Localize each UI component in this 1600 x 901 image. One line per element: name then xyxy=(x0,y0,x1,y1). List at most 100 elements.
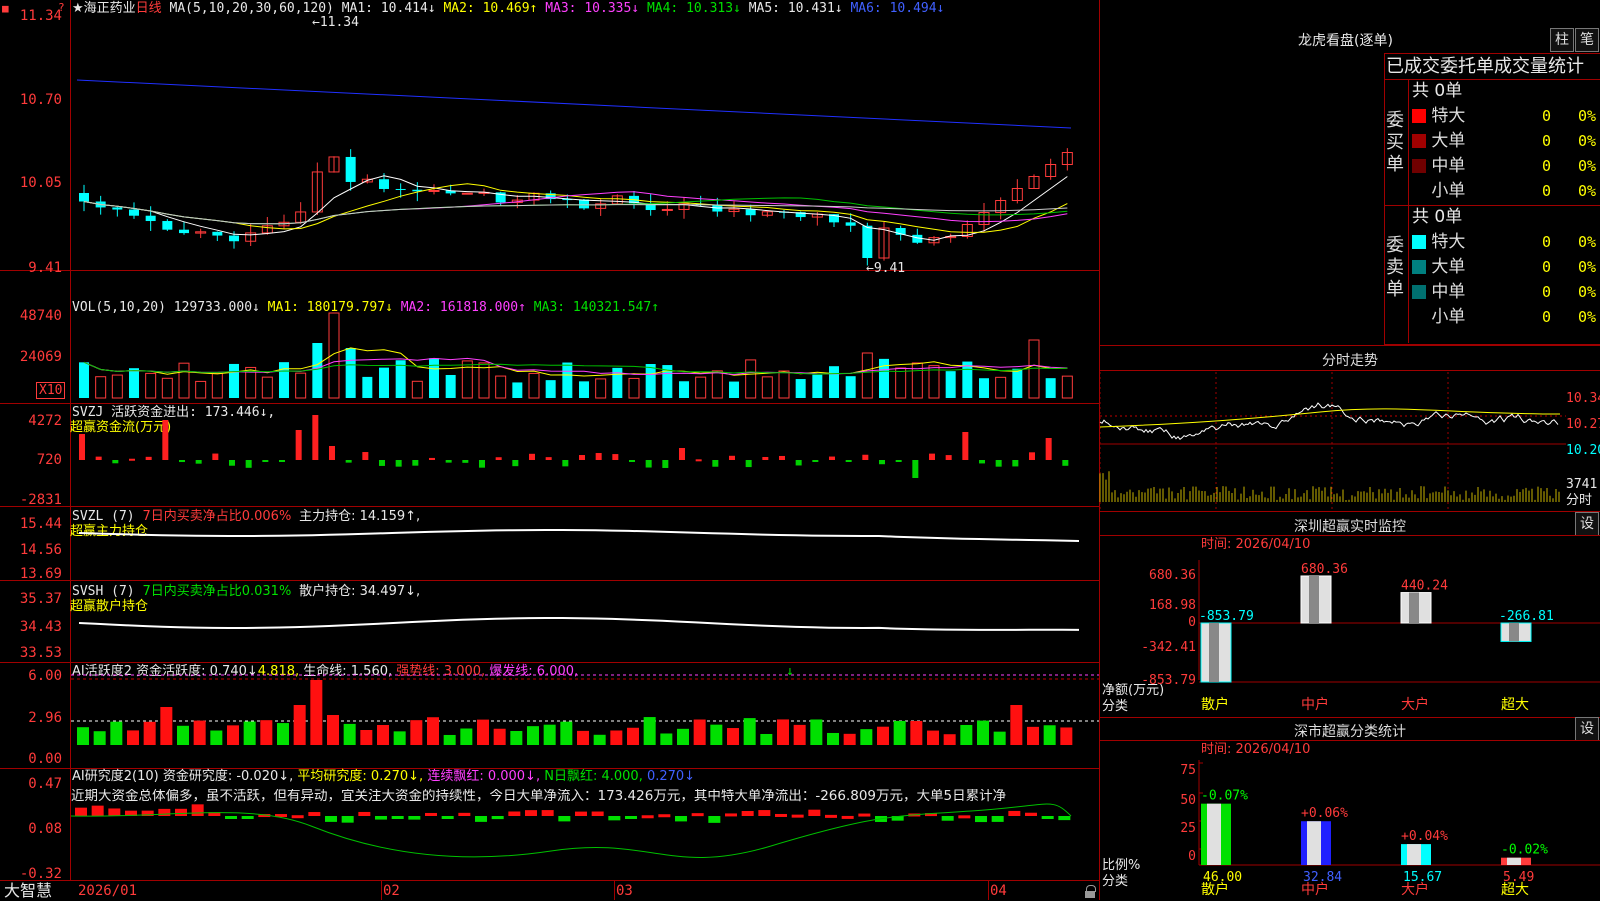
flow-bar xyxy=(695,459,702,462)
sz-monitor-settings-button[interactable]: 设 xyxy=(1575,512,1599,536)
candle xyxy=(395,188,406,190)
volume-bar xyxy=(95,376,107,399)
flow-bar xyxy=(745,460,752,468)
svzl-chart[interactable] xyxy=(71,525,1099,580)
color-swatch xyxy=(1412,260,1426,274)
lhb-bar-button[interactable]: 柱 xyxy=(1550,28,1574,52)
volume-bar xyxy=(79,362,89,398)
bar-value-label: -853.79 xyxy=(1199,609,1254,624)
activity-bar xyxy=(393,731,406,745)
research-bar xyxy=(758,810,771,816)
order-type-label: 中单 xyxy=(1426,282,1466,302)
intraday-tick: 10.27 xyxy=(1566,417,1600,432)
flow-bar xyxy=(379,460,385,466)
intraday-vol: 3741 xyxy=(1566,477,1598,492)
volume-bar xyxy=(962,361,973,398)
flow-bar xyxy=(1012,460,1019,467)
activity-bar xyxy=(593,734,606,745)
flow-bar xyxy=(862,454,869,460)
research-bar xyxy=(75,807,87,816)
order-row: 小单 xyxy=(1412,181,1465,201)
activity-bar xyxy=(777,719,789,745)
brand-label: 大智慧 xyxy=(4,881,53,900)
activity-bar xyxy=(727,728,739,745)
flow-bar xyxy=(579,455,585,460)
research-bar xyxy=(291,815,304,819)
order-type-label: 特大 xyxy=(1426,106,1466,126)
price-line xyxy=(1099,402,1559,440)
category-label: 散户 xyxy=(1201,697,1229,713)
candlestick-chart[interactable] xyxy=(71,18,1099,268)
research-bar xyxy=(1041,816,1054,819)
ma4-line xyxy=(83,197,1068,225)
flow-bar xyxy=(829,456,835,460)
intraday-divider xyxy=(1100,370,1600,371)
order-row: 大单 xyxy=(1412,257,1465,277)
svzj-chart[interactable] xyxy=(71,415,1099,500)
order-type-label: 中单 xyxy=(1426,156,1466,176)
research-bar xyxy=(525,810,537,816)
ma5-line xyxy=(83,201,1068,225)
intraday-title: 分时走势 xyxy=(1322,353,1378,369)
ai-activity-chart[interactable] xyxy=(71,674,1099,767)
flow-bar xyxy=(262,460,269,462)
svsh-chart[interactable] xyxy=(71,595,1099,660)
flow-bar xyxy=(179,460,185,463)
volume-bar xyxy=(279,362,289,398)
stock-name[interactable]: ★海正药业 xyxy=(72,1,136,16)
volume-bar xyxy=(745,359,757,399)
xaxis-tick: 04 xyxy=(990,883,1007,899)
activity-bar xyxy=(160,707,173,745)
color-swatch xyxy=(1412,310,1426,324)
flow-bar xyxy=(229,460,235,466)
bar-value-label: 680.36 xyxy=(1301,562,1348,577)
sz-class-divider xyxy=(1100,740,1600,741)
candle xyxy=(461,192,473,195)
ai-research-chart[interactable] xyxy=(70,803,1099,880)
research-bar xyxy=(341,816,354,823)
activity-bar xyxy=(943,734,956,745)
research-bar xyxy=(541,810,554,816)
volume-bar xyxy=(229,363,239,398)
volume-chart[interactable] xyxy=(71,308,1099,402)
research-bar xyxy=(958,815,971,819)
volume-bar xyxy=(729,381,739,398)
sz-monitor-divider xyxy=(1100,535,1600,536)
order-count: 0 xyxy=(1542,308,1552,326)
activity-bar xyxy=(793,724,806,745)
ai2-summary-text: 近期大资金总体偏多，虽不活跃，但有异动，宜关注大资金的持续性，今日大单净流入：1… xyxy=(71,789,1007,804)
flow-bar xyxy=(145,456,152,460)
sz-class-settings-button[interactable]: 设 xyxy=(1575,717,1599,741)
order-count: 0 xyxy=(1542,182,1552,200)
sz-monitor-chart[interactable]: -853.79 680.36 440.24 -266.81 xyxy=(1198,560,1600,683)
activity-bar xyxy=(210,730,223,745)
category-label: 中户 xyxy=(1301,882,1329,898)
flow-bar xyxy=(445,460,452,463)
flow-bar xyxy=(629,460,635,462)
activity-bar xyxy=(960,724,973,745)
lhb-tick-button[interactable]: 笔 xyxy=(1575,28,1599,52)
activity-bar xyxy=(1060,727,1073,745)
volume-bar xyxy=(695,376,707,399)
order-count: 0 xyxy=(1542,258,1552,276)
order-count: 0 xyxy=(1542,283,1552,301)
intraday-chart[interactable] xyxy=(1099,372,1566,509)
candle xyxy=(661,208,673,211)
research-bar xyxy=(591,811,604,816)
candle xyxy=(345,156,356,182)
order-pct: 0% xyxy=(1578,132,1597,150)
research-bar xyxy=(708,816,721,823)
volume-bar xyxy=(495,375,507,399)
order-row: 特大 xyxy=(1412,232,1465,252)
change-label: -0.07% xyxy=(1201,789,1248,804)
flow-bar xyxy=(529,453,535,460)
research-bar xyxy=(358,811,371,816)
flow-bar xyxy=(479,460,485,468)
volume-bar xyxy=(812,374,823,398)
ratio-bar-shade xyxy=(1207,803,1221,865)
volume-bar xyxy=(411,380,423,399)
sz-class-chart[interactable]: -0.07%46.00+0.06%32.84+0.04%15.67-0.02%5… xyxy=(1198,760,1600,885)
research-bar xyxy=(1058,816,1071,821)
period-label[interactable]: 日线 xyxy=(136,1,162,16)
order-count: 0 xyxy=(1542,157,1552,175)
